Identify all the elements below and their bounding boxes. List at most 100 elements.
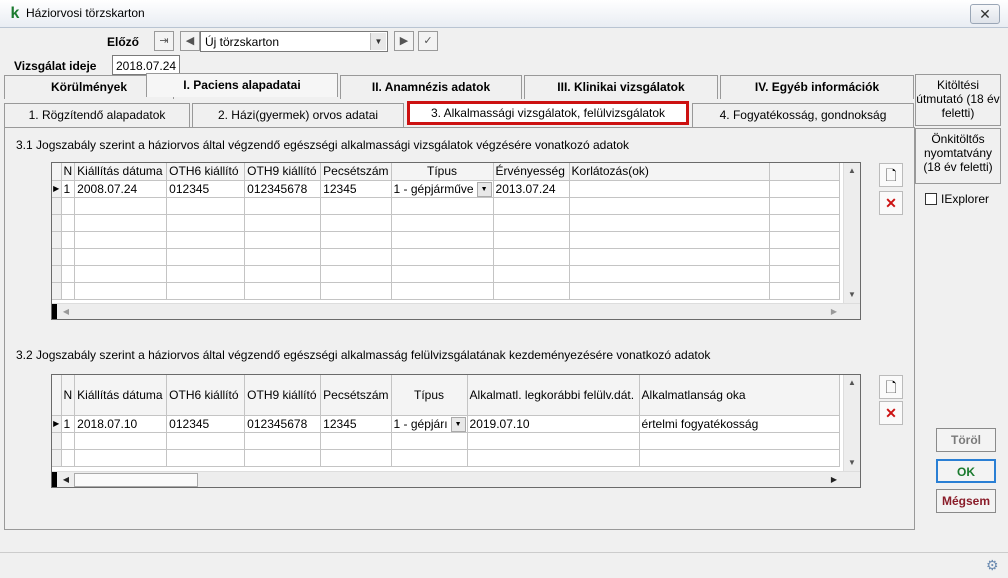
col-header-oth9[interactable]: OTH9 kiállító: [244, 375, 322, 416]
col-header-type[interactable]: Típus: [391, 375, 468, 416]
section1-title: 3.1 Jogszabály szerint a háziorvos által…: [16, 138, 630, 152]
col-header-reason[interactable]: Alkalmatlanság oka: [639, 375, 840, 416]
cell-reason[interactable]: értelmi fogyatékosság: [639, 415, 840, 433]
scroll-thumb[interactable]: [74, 473, 198, 487]
delete-record-icon[interactable]: ✕: [879, 191, 903, 215]
delete-record-icon[interactable]: ✕: [879, 401, 903, 425]
section2-grid: N Kiállítás dátuma OTH6 kiállító OTH9 ki…: [51, 374, 861, 488]
chevron-down-icon[interactable]: ▼: [450, 416, 466, 431]
tab-klinikai[interactable]: III. Klinikai vizsgálatok: [524, 75, 718, 99]
close-button[interactable]: ✕: [970, 4, 1000, 24]
section2-vscroll[interactable]: ▲ ▼: [843, 375, 860, 471]
chevron-down-icon[interactable]: ▼: [370, 33, 386, 50]
col-header-empty: [769, 163, 840, 181]
record-select[interactable]: Új törzskarton ▼: [200, 31, 388, 52]
arrow-left-icon[interactable]: ◀: [180, 31, 200, 51]
cell-date[interactable]: 2018.07.10: [74, 415, 168, 433]
settings-gear-icon[interactable]: ⚙: [986, 557, 999, 574]
table-row[interactable]: ▶ 1 2008.07.24 012345 012345678 12345 1 …: [52, 180, 840, 198]
cell-seal[interactable]: 12345: [320, 415, 392, 433]
cell-type[interactable]: 1 - gépjárı ▼: [391, 415, 468, 433]
col-header-date[interactable]: Kiállítás dátuma: [74, 163, 168, 181]
section1-header-row: N Kiállítás dátuma OTH6 kiállító OTH9 ki…: [52, 163, 840, 181]
section1-hscroll[interactable]: ◀ ▶: [52, 303, 860, 319]
row-indicator-header: [52, 163, 62, 181]
scroll-up-icon[interactable]: ▲: [844, 163, 860, 179]
cell-n[interactable]: 1: [61, 415, 76, 433]
import-icon[interactable]: ⇥: [154, 31, 174, 51]
section1-vscroll[interactable]: ▲ ▼: [843, 163, 860, 303]
chevron-down-icon[interactable]: ▼: [476, 181, 492, 196]
scroll-right-icon[interactable]: ▶: [826, 304, 842, 319]
scroll-down-icon[interactable]: ▼: [844, 455, 860, 471]
cancel-button[interactable]: Mégsem: [936, 489, 996, 513]
col-header-limit[interactable]: Korlátozás(ok): [569, 163, 770, 181]
scroll-edge: [52, 472, 57, 487]
cell-oth6[interactable]: 012345: [166, 415, 246, 433]
col-header-seal[interactable]: Pecsétszám: [320, 163, 392, 181]
row-pointer-icon: ▶: [52, 415, 62, 433]
table-row-empty: [52, 248, 840, 266]
check-icon[interactable]: ✓: [418, 31, 438, 51]
app-icon: k: [10, 5, 20, 22]
ok-button[interactable]: OK: [936, 459, 996, 483]
table-row[interactable]: ▶ 1 2018.07.10 012345 012345678 12345 1 …: [52, 415, 840, 433]
selfform-button[interactable]: Önkitöltős nyomtatvány (18 év feletti): [915, 128, 1001, 184]
scroll-left-icon[interactable]: ◀: [58, 304, 74, 319]
cell-empty: [769, 180, 840, 198]
col-header-oth6[interactable]: OTH6 kiállító: [166, 375, 246, 416]
new-record-icon[interactable]: 🗋: [879, 375, 903, 399]
scroll-left-icon[interactable]: ◀: [58, 472, 74, 487]
col-header-seal[interactable]: Pecsétszám: [320, 375, 392, 416]
cell-date[interactable]: 2008.07.24: [74, 180, 168, 198]
section2-title: 3.2 Jogszabály szerint a háziorvos által…: [16, 348, 711, 362]
prev-label: Előző: [107, 35, 139, 49]
tab-fogyatekossag[interactable]: 4. Fogyatékosság, gondnokság: [692, 103, 914, 127]
delete-button[interactable]: Töröl: [936, 428, 996, 452]
cell-oth6[interactable]: 012345: [166, 180, 246, 198]
cell-earliest[interactable]: 2019.07.10: [467, 415, 640, 433]
cell-type-value: 1 - gépjárműve: [393, 181, 474, 196]
cell-limit[interactable]: [569, 180, 770, 198]
cell-type[interactable]: 1 - gépjárműve ▼: [391, 180, 494, 198]
cell-validity[interactable]: 2013.07.24: [493, 180, 570, 198]
tab-egyeb[interactable]: IV. Egyéb információk: [720, 75, 914, 99]
tab-rogzitendo[interactable]: 1. Rögzítendő alapadatok: [4, 103, 190, 127]
table-row-empty: [52, 282, 840, 300]
guide-button[interactable]: Kitöltési útmutató (18 év feletti): [915, 74, 1001, 126]
col-header-type[interactable]: Típus: [391, 163, 494, 181]
exam-date-field[interactable]: 2018.07.24: [112, 55, 180, 75]
new-record-icon[interactable]: 🗋: [879, 163, 903, 187]
col-header-earliest[interactable]: Alkalmatl. legkorábbi felülv.dát.: [467, 375, 640, 416]
section1-table: N Kiállítás dátuma OTH6 kiállító OTH9 ki…: [52, 163, 840, 300]
cell-n[interactable]: 1: [61, 180, 76, 198]
scroll-up-icon[interactable]: ▲: [844, 375, 860, 391]
cell-type-value: 1 - gépjárı: [393, 416, 448, 431]
section2-table: N Kiállítás dátuma OTH6 kiállító OTH9 ki…: [52, 375, 840, 467]
iexplorer-checkbox[interactable]: [925, 193, 937, 205]
table-row-empty: [52, 214, 840, 232]
cell-oth9[interactable]: 012345678: [244, 415, 322, 433]
table-row-empty: [52, 231, 840, 249]
scroll-right-icon[interactable]: ▶: [826, 472, 842, 487]
col-header-validity[interactable]: Érvényesség: [493, 163, 570, 181]
tab-alkalmassagi[interactable]: 3. Alkalmassági vizsgálatok, felülvizsgá…: [407, 101, 689, 125]
section2-header-row: N Kiállítás dátuma OTH6 kiállító OTH9 ki…: [52, 375, 840, 416]
tab-haziorvos[interactable]: 2. Házi(gyermek) orvos adatai: [192, 103, 404, 127]
cell-oth9[interactable]: 012345678: [244, 180, 322, 198]
title-bar: k Háziorvosi törzskarton ✕: [0, 0, 1008, 28]
cell-seal[interactable]: 12345: [320, 180, 392, 198]
col-header-oth6[interactable]: OTH6 kiállító: [166, 163, 246, 181]
section1-grid: N Kiállítás dátuma OTH6 kiállító OTH9 ki…: [51, 162, 861, 320]
tab-paciens-alapadatai[interactable]: I. Paciens alapadatai: [146, 73, 338, 97]
section2-hscroll[interactable]: ◀ ▶: [52, 471, 860, 487]
col-header-oth9[interactable]: OTH9 kiállító: [244, 163, 322, 181]
scroll-edge: [52, 304, 57, 319]
tab-anamnezis[interactable]: II. Anamnézis adatok: [340, 75, 522, 99]
scroll-down-icon[interactable]: ▼: [844, 287, 860, 303]
row-pointer-icon: ▶: [52, 180, 62, 198]
arrow-right-icon[interactable]: ▶: [394, 31, 414, 51]
col-header-date[interactable]: Kiállítás dátuma: [74, 375, 168, 416]
table-row-empty: [52, 197, 840, 215]
table-row-empty: [52, 265, 840, 283]
